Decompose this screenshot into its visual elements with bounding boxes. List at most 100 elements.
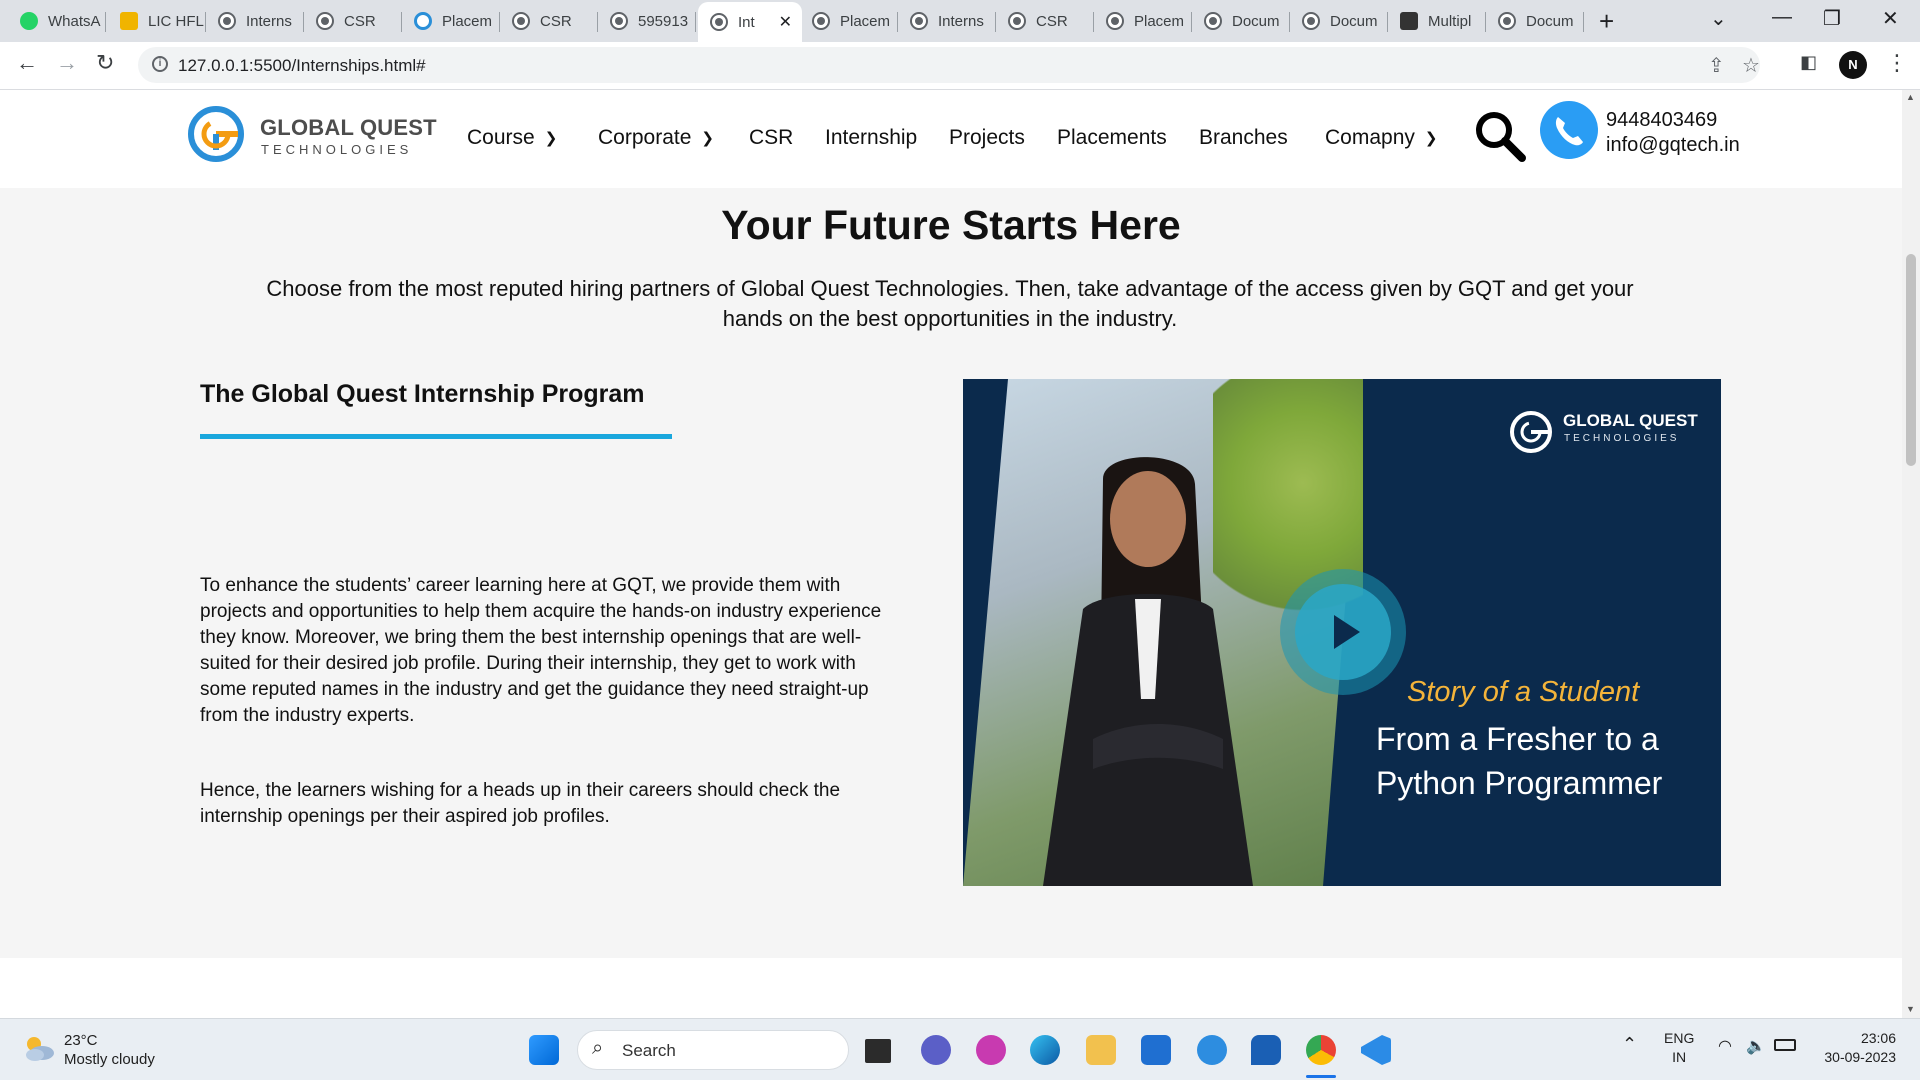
contact-email[interactable]: info@gqtech.in: [1606, 133, 1740, 158]
tab-search-chevron-icon[interactable]: ⌄: [1710, 6, 1727, 31]
new-tab-button[interactable]: +: [1599, 6, 1614, 37]
site-info-icon[interactable]: i: [152, 56, 168, 72]
video-logo-icon: [1510, 411, 1552, 453]
contact-info: 9448403469 info@gqtech.in: [1606, 108, 1740, 158]
browser-tab[interactable]: 595913: [598, 4, 696, 38]
taskbar-search-box[interactable]: ⌕ Search: [577, 1030, 849, 1070]
globe-icon: [1498, 12, 1516, 30]
globe-icon: [812, 12, 830, 30]
chrome-icon[interactable]: [1306, 1035, 1336, 1065]
search-icon[interactable]: [1472, 108, 1528, 164]
bookmark-star-icon[interactable]: ☆: [1742, 53, 1760, 78]
share-icon[interactable]: ⇪: [1708, 53, 1725, 78]
battery-icon[interactable]: [1774, 1039, 1796, 1051]
back-icon[interactable]: ←: [16, 50, 38, 76]
weather-widget[interactable]: 23°C Mostly cloudy: [64, 1031, 155, 1069]
play-icon[interactable]: [1278, 567, 1408, 697]
url-text[interactable]: 127.0.0.1:5500/Internships.html#: [178, 56, 426, 76]
browser-toolbar: ← → ↻ i 127.0.0.1:5500/Internships.html#…: [0, 42, 1920, 90]
task-view-icon[interactable]: [865, 1039, 891, 1063]
wps-icon[interactable]: [976, 1035, 1006, 1065]
logo-text-secondary: TECHNOLOGIES: [261, 142, 413, 157]
browser-tab[interactable]: Docum: [1192, 4, 1290, 38]
close-window-icon[interactable]: ✕: [1882, 6, 1899, 31]
volume-muted-icon[interactable]: 🔈: [1746, 1037, 1766, 1056]
profile-avatar[interactable]: N: [1839, 51, 1867, 79]
search-icon: ⌕: [592, 1037, 604, 1059]
app-icon: [1400, 12, 1418, 30]
nav-placements[interactable]: Placements: [1057, 126, 1167, 150]
page-viewport: GLOBAL QUEST TECHNOLOGIES Course ❯ Corpor…: [0, 90, 1902, 1018]
video-story-text: Story of a Student: [1407, 676, 1640, 708]
close-tab-icon[interactable]: ✕: [779, 12, 792, 32]
scrollbar-thumb[interactable]: [1906, 254, 1916, 466]
restore-icon[interactable]: ❐: [1823, 6, 1841, 31]
browser-tab[interactable]: Placem: [402, 4, 500, 38]
nav-projects[interactable]: Projects: [949, 126, 1025, 150]
browser-tab[interactable]: Multipl: [1388, 4, 1486, 38]
edge-icon[interactable]: [1030, 1035, 1060, 1065]
weather-cloud-icon[interactable]: [22, 1033, 56, 1063]
browser-tab[interactable]: Docum: [1486, 4, 1584, 38]
scroll-up-icon[interactable]: ▲: [1906, 92, 1915, 102]
nav-course[interactable]: Course ❯: [467, 126, 557, 150]
nav-company[interactable]: Comapny ❯: [1325, 126, 1437, 150]
browser-tab[interactable]: WhatsA: [8, 4, 106, 38]
chat-app-icon[interactable]: [1251, 1035, 1281, 1065]
browser-tab[interactable]: Interns: [898, 4, 996, 38]
browser-tab[interactable]: Placem: [1094, 4, 1192, 38]
forward-icon[interactable]: →: [56, 50, 78, 76]
video-caption: From a Fresher to a Python Programmer: [1376, 721, 1663, 801]
microsoft-store-icon[interactable]: [1141, 1035, 1171, 1065]
reload-icon[interactable]: ↻: [96, 50, 114, 76]
program-paragraph-2: Hence, the learners wishing for a heads …: [200, 780, 841, 827]
nav-branches[interactable]: Branches: [1199, 126, 1288, 150]
video-thumbnail[interactable]: GLOBAL QUEST TECHNOLOGIES Story of a Stu…: [963, 379, 1721, 886]
browser-tab[interactable]: CSR: [304, 4, 402, 38]
help-icon[interactable]: [1197, 1035, 1227, 1065]
video-brand-subtitle: TECHNOLOGIES: [1564, 433, 1680, 444]
nav-internship[interactable]: Internship: [825, 126, 917, 150]
site-header: GLOBAL QUEST TECHNOLOGIES Course ❯ Corpor…: [0, 90, 1902, 188]
teams-chat-icon[interactable]: [921, 1035, 951, 1065]
gqt-logo-icon[interactable]: [186, 104, 246, 164]
browser-tab[interactable]: CSR: [996, 4, 1094, 38]
globe-icon: [1008, 12, 1026, 30]
side-panel-icon[interactable]: ◧: [1800, 52, 1817, 73]
address-bar[interactable]: i 127.0.0.1:5500/Internships.html# ⇪ ☆: [138, 47, 1760, 83]
gq-icon: [414, 12, 432, 30]
windows-start-icon[interactable]: [529, 1035, 559, 1065]
scroll-down-icon[interactable]: ▼: [1906, 1004, 1915, 1014]
clock[interactable]: 23:06 30-09-2023: [1814, 1029, 1896, 1067]
browser-tab[interactable]: CSR: [500, 4, 598, 38]
browser-tab[interactable]: Placem: [800, 4, 898, 38]
file-explorer-icon[interactable]: [1086, 1035, 1116, 1065]
browser-tab[interactable]: Docum: [1290, 4, 1388, 38]
show-hidden-icons-chevron-icon[interactable]: ⌃: [1622, 1035, 1637, 1054]
globe-icon: [610, 12, 628, 30]
logo-text-primary: GLOBAL QUEST: [260, 115, 437, 140]
page-scrollbar[interactable]: ▲ ▼: [1902, 90, 1920, 1018]
browser-tab[interactable]: LIC HFL: [108, 4, 206, 38]
nav-corporate[interactable]: Corporate ❯: [598, 126, 714, 150]
globe-icon: [710, 13, 728, 31]
section-title: The Global Quest Internship Program: [200, 380, 645, 408]
globe-icon: [1106, 12, 1124, 30]
minimize-icon[interactable]: —: [1772, 6, 1792, 29]
vscode-icon[interactable]: [1361, 1035, 1391, 1065]
wifi-icon[interactable]: ◠: [1718, 1037, 1732, 1056]
globe-icon: [910, 12, 928, 30]
nav-csr[interactable]: CSR: [749, 126, 793, 150]
language-indicator[interactable]: ENG IN: [1664, 1029, 1694, 1067]
contact-phone[interactable]: 9448403469: [1606, 108, 1740, 133]
browser-tab-active[interactable]: Int ✕: [698, 2, 802, 42]
next-section: [0, 958, 1902, 1018]
globe-icon: [316, 12, 334, 30]
windows-taskbar: 23°C Mostly cloudy ⌕ Search ⌃ ENG IN ◠ 🔈…: [0, 1018, 1920, 1080]
section-underline: [200, 434, 672, 439]
menu-kebab-icon[interactable]: ⋮: [1886, 50, 1908, 76]
phone-icon[interactable]: [1540, 101, 1598, 159]
hero-subtitle: Choose from the most reputed hiring part…: [266, 276, 1634, 331]
browser-tab[interactable]: Interns: [206, 4, 304, 38]
globe-icon: [218, 12, 236, 30]
